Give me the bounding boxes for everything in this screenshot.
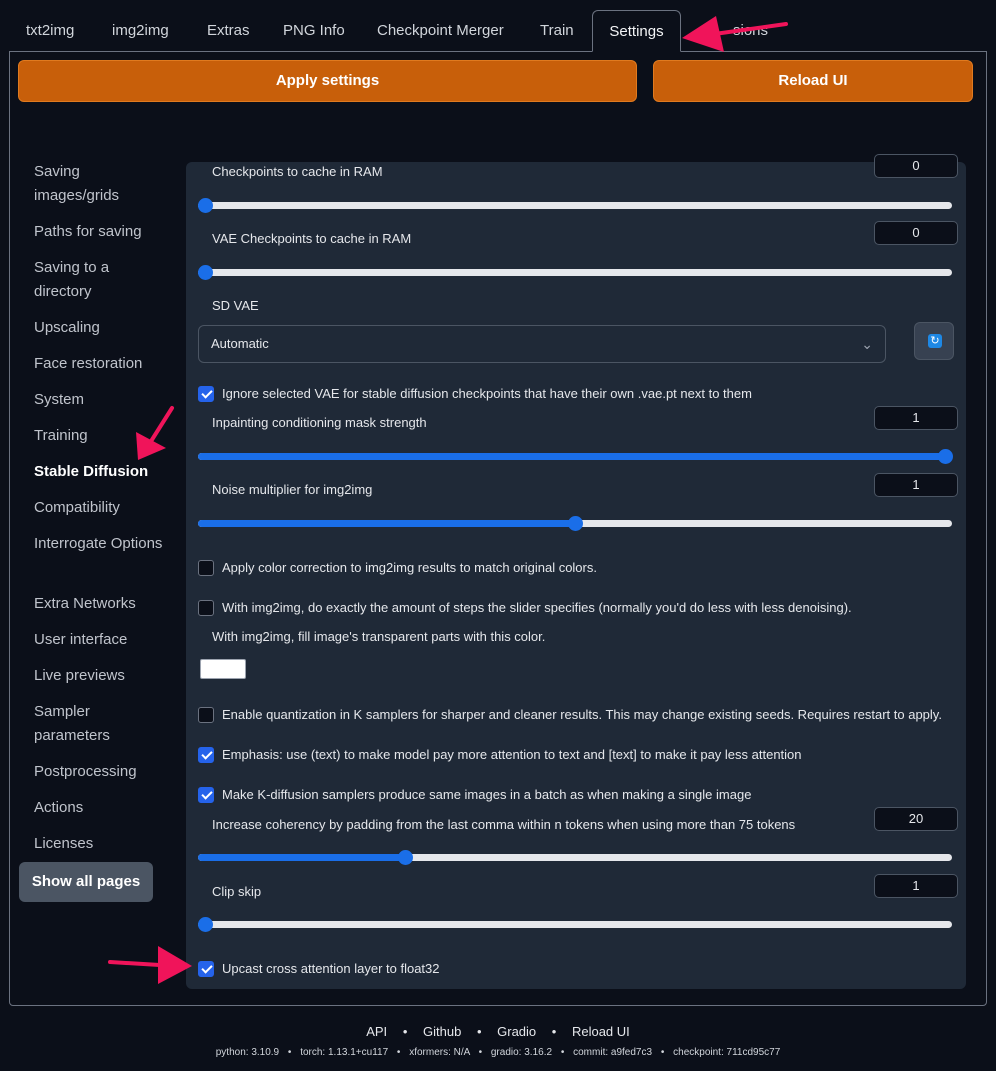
- arrow-to-stable-diffusion: [136, 406, 174, 460]
- arrow-to-upcast-checkbox: [108, 946, 192, 984]
- arrow-to-settings-tab: [682, 16, 788, 52]
- annotation-arrows: [108, 16, 788, 984]
- tab-settings[interactable]: Settings: [592, 10, 681, 52]
